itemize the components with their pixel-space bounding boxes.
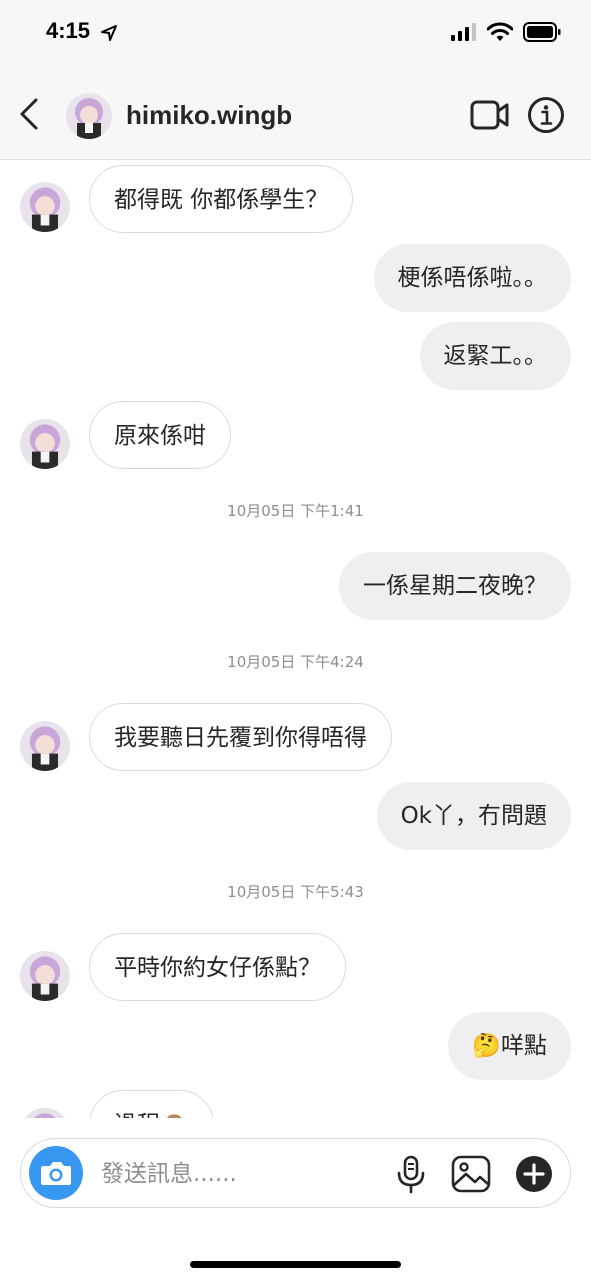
wifi-icon [487,22,513,41]
header-avatar[interactable] [66,93,112,139]
status-bar: 4:15 [0,0,591,70]
incoming-message[interactable]: 過程🙈 [89,1090,214,1118]
avatar-image [20,419,70,469]
message-timestamp: 10月05日 下午5:43 [227,883,364,901]
outgoing-message[interactable]: Ok丫，冇問題 [376,782,571,850]
message-composer [20,1138,571,1208]
sender-avatar[interactable] [20,419,70,469]
chat-header: himiko.wingb [0,70,591,160]
message-timestamp: 10月05日 下午1:41 [227,502,364,520]
gallery-button[interactable] [451,1155,491,1193]
video-call-button[interactable] [470,97,510,133]
home-indicator[interactable] [190,1261,401,1268]
incoming-message[interactable]: 原來係咁 [89,401,231,469]
status-time: 4:15 [46,18,91,43]
message-input[interactable] [101,1157,391,1191]
incoming-message[interactable]: 都得既 你都係學生？ [89,165,354,233]
gallery-icon [451,1155,491,1193]
chevron-left-icon [20,98,38,130]
avatar-image [20,1108,70,1118]
camera-icon [41,1162,71,1185]
battery-icon [523,22,561,42]
plus-icon [516,1156,552,1192]
incoming-message[interactable]: 平時你約女仔係點？ [89,933,346,1001]
info-icon [528,97,564,133]
avatar-image [66,93,112,139]
sender-avatar[interactable] [20,721,70,771]
voice-message-button[interactable] [395,1155,427,1195]
outgoing-message[interactable]: 🤔咩點 [448,1012,571,1080]
message-timestamp: 10月05日 下午4:24 [227,653,364,671]
sender-avatar[interactable] [20,182,70,232]
microphone-icon [397,1155,425,1194]
camera-button[interactable] [29,1146,83,1200]
video-camera-icon [470,100,509,130]
signal-icon [451,23,476,41]
avatar-image [20,721,70,771]
sender-avatar[interactable] [20,1108,70,1118]
outgoing-message[interactable]: 返緊工。。 [419,322,571,390]
message-thread[interactable]: 都得既 你都係學生？ 梗係唔係啦。。 返緊工。。 原來係咁 10月05日 下午1… [0,160,591,1118]
location-arrow-icon [101,25,117,41]
back-button[interactable] [16,96,46,132]
incoming-message[interactable]: 我要聽日先覆到你得唔得 [89,703,392,771]
outgoing-message[interactable]: 梗係唔係啦。。 [373,244,571,312]
info-button[interactable] [527,96,565,134]
avatar-image [20,951,70,1001]
more-options-button[interactable] [515,1155,553,1193]
header-username[interactable]: himiko.wingb [126,100,292,131]
avatar-image [20,182,70,232]
sender-avatar[interactable] [20,951,70,1001]
outgoing-message[interactable]: 一係星期二夜晚？ [339,552,571,620]
